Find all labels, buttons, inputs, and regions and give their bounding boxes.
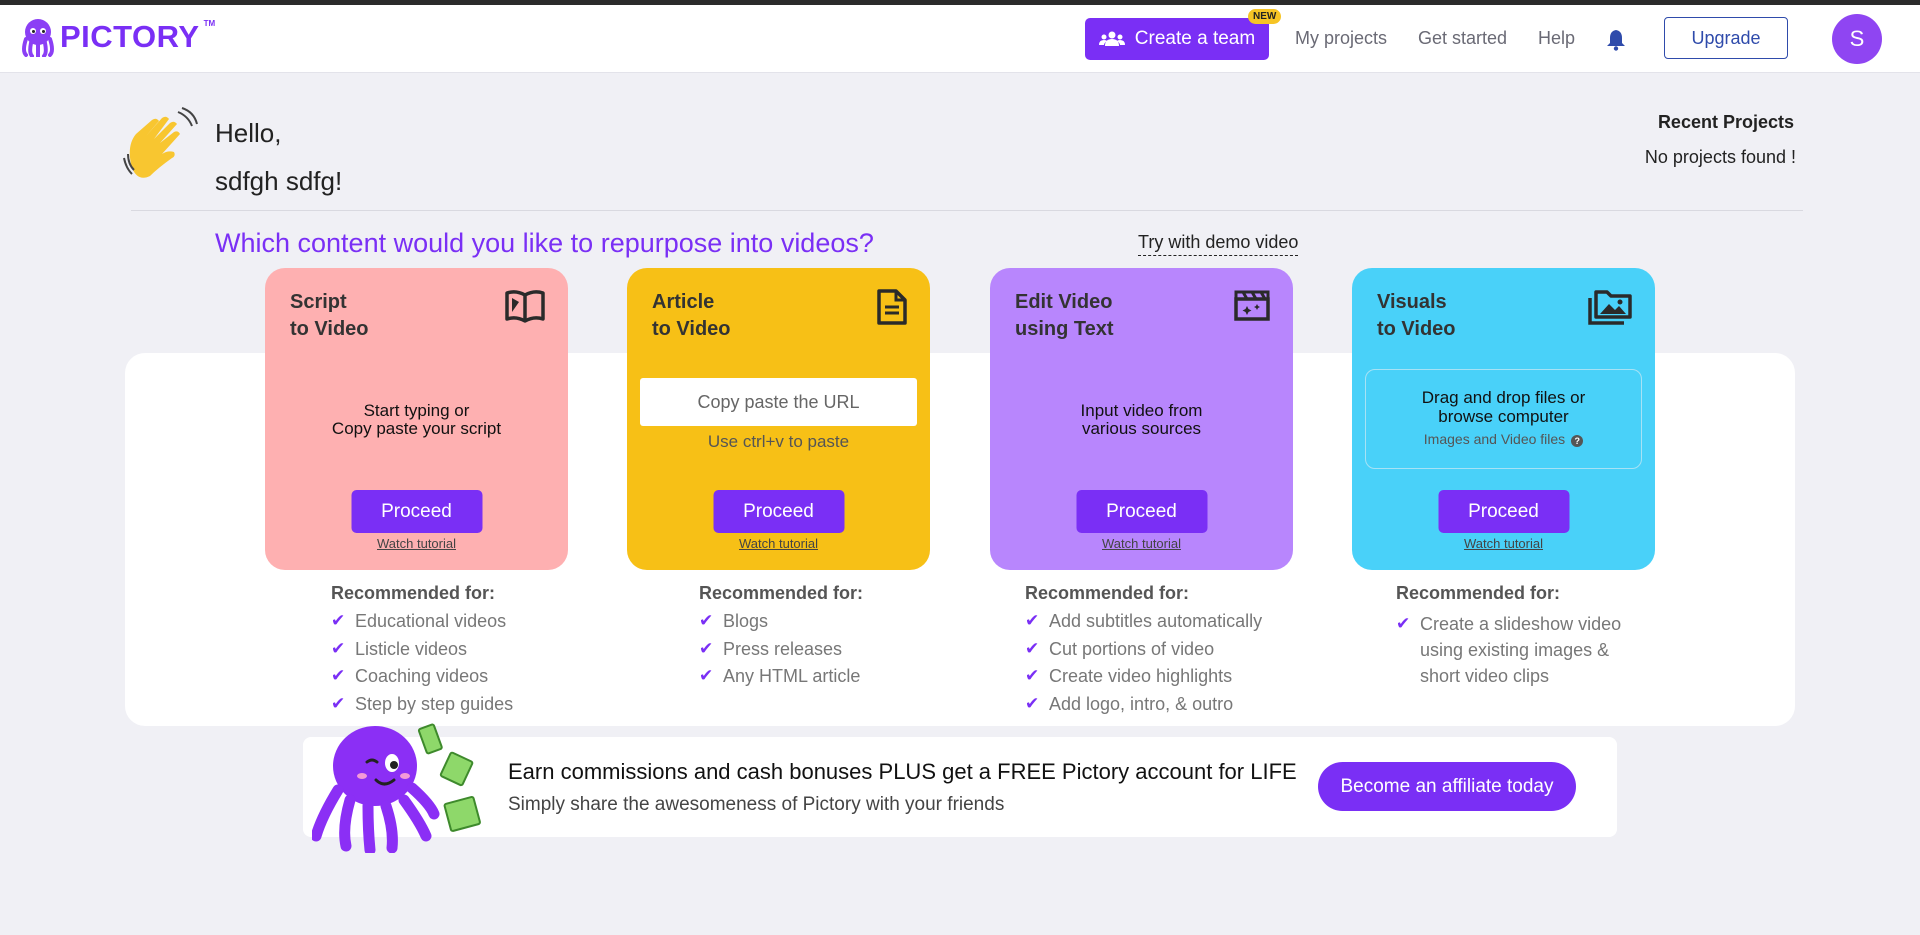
dropzone-file-types: Images and Video files? bbox=[1366, 431, 1641, 447]
logo-text: PICTORY bbox=[60, 19, 200, 54]
checkmark-icon: ✔ bbox=[1025, 693, 1040, 713]
card-article-to-video[interactable]: Article to Video Use ctrl+v to paste Pro… bbox=[627, 268, 930, 570]
greeting-username: sdfgh sdfg! bbox=[215, 166, 343, 196]
proceed-button-edit[interactable]: Proceed bbox=[1076, 490, 1207, 533]
card-visuals-to-video[interactable]: Visuals to Video Drag and drop files or … bbox=[1352, 268, 1655, 570]
card-title: Script to Video bbox=[290, 291, 369, 340]
watch-tutorial-edit[interactable]: Watch tutorial bbox=[990, 536, 1293, 551]
list-item: ✔ Cut portions of video bbox=[1025, 638, 1215, 659]
checkmark-icon: ✔ bbox=[1396, 614, 1411, 633]
recommended-title: Recommended for: bbox=[1396, 583, 1561, 603]
upgrade-button[interactable]: Upgrade bbox=[1664, 17, 1788, 59]
watch-tutorial-script[interactable]: Watch tutorial bbox=[265, 536, 568, 551]
top-navbar: PICTORY TM Create a team NEW My projects… bbox=[0, 5, 1920, 73]
card-title: Edit Video using Text bbox=[1015, 291, 1114, 340]
list-item: ✔ Coaching videos bbox=[331, 666, 489, 686]
nav-help[interactable]: Help bbox=[1538, 28, 1575, 49]
help-question-icon[interactable]: ? bbox=[1571, 435, 1584, 447]
nav-get-started[interactable]: Get started bbox=[1418, 28, 1507, 49]
greeting-hello: Hello, bbox=[215, 118, 282, 148]
checkmark-icon: ✔ bbox=[1025, 666, 1040, 685]
recommended-title: Recommended for: bbox=[1025, 583, 1190, 603]
list-item: ✔ Listicle videos bbox=[331, 638, 468, 659]
notification-bell-icon[interactable] bbox=[1606, 29, 1626, 51]
card-script-to-video[interactable]: Script to Video Start typing or Copy pas… bbox=[265, 268, 568, 570]
recommended-title: Recommended for: bbox=[331, 583, 496, 603]
recommended-article: Recommended for: ✔ Blogs ✔ Press releases … bbox=[699, 583, 863, 694]
list-item: ✔ Create video highlights bbox=[1025, 666, 1233, 686]
list-item: ✔ Press releases bbox=[699, 638, 843, 659]
logo-trademark: TM bbox=[203, 18, 216, 28]
recent-projects-title: Recent Projects bbox=[1657, 112, 1794, 132]
card-edit-video-using-text[interactable]: Edit Video using Text Input video from v… bbox=[990, 268, 1293, 570]
list-item: ✔ Add subtitles automatically bbox=[1025, 611, 1263, 631]
try-demo-video-link[interactable]: Try with demo video bbox=[1138, 232, 1299, 256]
document-icon bbox=[877, 289, 907, 325]
recommended-edit: Recommended for: ✔ Add subtitles automati… bbox=[1025, 583, 1262, 721]
clapperboard-icon bbox=[1234, 290, 1270, 321]
article-url-input[interactable] bbox=[640, 378, 917, 426]
checkmark-icon: ✔ bbox=[331, 666, 346, 685]
list-item: ✔ Add logo, intro, & outro bbox=[1025, 693, 1234, 714]
checkmark-icon: ✔ bbox=[331, 693, 346, 713]
recommended-title: Recommended for: bbox=[699, 583, 864, 603]
script-card-instructions: Start typing or Copy paste your script bbox=[331, 401, 502, 438]
watch-tutorial-visuals[interactable]: Watch tutorial bbox=[1352, 536, 1655, 551]
become-affiliate-button[interactable]: Become an affiliate today bbox=[1318, 762, 1576, 811]
affiliate-title: Earn commissions and cash bonuses PLUS g… bbox=[508, 759, 1297, 784]
checkmark-icon: ✔ bbox=[699, 611, 714, 630]
checkmark-icon: ✔ bbox=[699, 666, 714, 685]
watch-tutorial-article[interactable]: Watch tutorial bbox=[627, 536, 930, 551]
checkmark-icon: ✔ bbox=[1025, 638, 1040, 658]
edit-card-instructions: Input video from various sources bbox=[1080, 401, 1203, 438]
proceed-button-visuals[interactable]: Proceed bbox=[1438, 490, 1569, 533]
nav-my-projects[interactable]: My projects bbox=[1295, 28, 1387, 49]
create-team-label: Create a team bbox=[1134, 28, 1256, 49]
open-book-icon bbox=[505, 290, 545, 323]
list-item: ✔ Educational videos bbox=[331, 611, 507, 631]
pictory-logo[interactable]: PICTORY TM bbox=[20, 17, 215, 57]
new-badge: NEW bbox=[1248, 9, 1282, 24]
checkmark-icon: ✔ bbox=[331, 638, 346, 658]
checkmark-icon: ✔ bbox=[699, 638, 714, 658]
recent-projects-empty: No projects found ! bbox=[1644, 147, 1796, 167]
affiliate-subtitle: Simply share the awesomeness of Pictory … bbox=[508, 794, 1005, 815]
recommended-visuals: Recommended for: ✔ Create a slideshow vid… bbox=[1396, 583, 1621, 689]
team-icon bbox=[1098, 31, 1125, 46]
checkmark-icon: ✔ bbox=[331, 611, 346, 630]
images-folder-icon bbox=[1588, 290, 1632, 325]
octopus-logo-icon bbox=[22, 19, 54, 57]
list-item: ✔ Blogs bbox=[699, 611, 769, 631]
proceed-button-script[interactable]: Proceed bbox=[351, 490, 482, 533]
proceed-button-article[interactable]: Proceed bbox=[713, 490, 844, 533]
dropzone-instructions: Drag and drop files or browse computer bbox=[1421, 388, 1586, 426]
list-item: ✔ Step by step guides bbox=[331, 693, 514, 714]
recommended-script: Recommended for: ✔ Educational videos ✔ Li… bbox=[331, 583, 513, 721]
list-item: ✔ Create a slideshow video using existing… bbox=[1396, 611, 1621, 689]
file-dropzone[interactable]: Drag and drop files or browse computer I… bbox=[1365, 369, 1642, 469]
create-team-button[interactable]: Create a team bbox=[1085, 18, 1269, 60]
octopus-mascot-money-icon bbox=[312, 723, 481, 853]
card-title: Visuals to Video bbox=[1377, 291, 1456, 340]
section-divider bbox=[131, 210, 1803, 211]
user-avatar[interactable]: S bbox=[1832, 14, 1882, 64]
waving-hand-icon bbox=[123, 107, 198, 178]
affiliate-banner: Earn commissions and cash bonuses PLUS g… bbox=[303, 737, 1617, 837]
list-item: ✔ Any HTML article bbox=[699, 666, 861, 686]
checkmark-icon: ✔ bbox=[1025, 611, 1040, 630]
url-paste-hint: Use ctrl+v to paste bbox=[707, 432, 850, 451]
repurpose-question: Which content would you like to repurpos… bbox=[215, 228, 874, 258]
card-title: Article to Video bbox=[652, 291, 731, 340]
